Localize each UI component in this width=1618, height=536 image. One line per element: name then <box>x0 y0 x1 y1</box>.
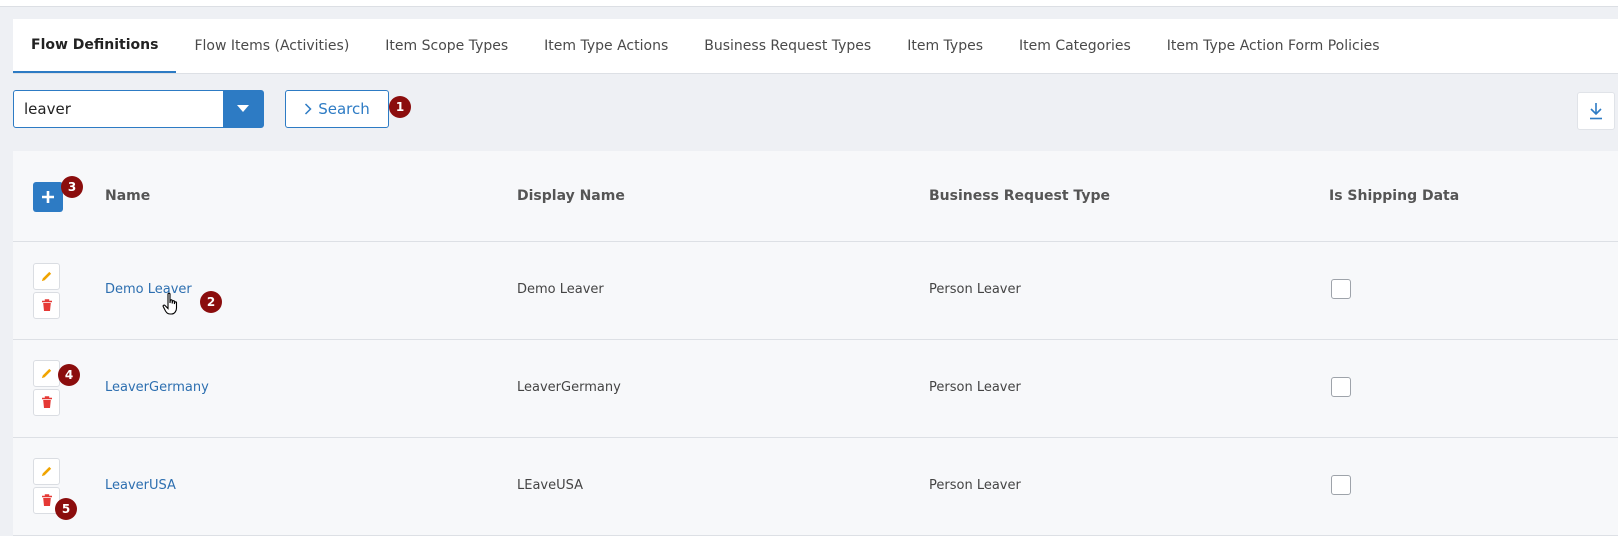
dropdown-button[interactable] <box>223 91 263 127</box>
is-shipping-data-checkbox[interactable] <box>1331 279 1351 299</box>
display-name-cell: Demo Leaver <box>517 282 604 297</box>
delete-button[interactable] <box>33 292 60 319</box>
chevron-right-icon <box>305 103 312 115</box>
search-button[interactable]: Search <box>285 90 389 128</box>
column-header-display-name[interactable]: Display Name <box>517 188 625 204</box>
top-strip <box>0 0 1618 7</box>
pencil-icon <box>41 271 52 282</box>
tab-item-type-action-form-policies[interactable]: Item Type Action Form Policies <box>1149 19 1398 73</box>
flow-definitions-table: Name Display Name Business Request Type … <box>13 151 1618 536</box>
step-marker-3: 3 <box>61 176 83 198</box>
step-marker-4: 4 <box>58 364 80 386</box>
tab-flow-definitions[interactable]: Flow Definitions <box>13 19 177 73</box>
pencil-icon <box>41 368 52 379</box>
tab-bar: Flow Definitions Flow Items (Activities)… <box>13 19 1618 74</box>
trash-icon <box>41 396 52 408</box>
table-header: Name Display Name Business Request Type … <box>13 151 1618 242</box>
plus-icon <box>42 191 54 203</box>
tab-flow-items[interactable]: Flow Items (Activities) <box>176 19 367 73</box>
tab-business-request-types[interactable]: Business Request Types <box>686 19 889 73</box>
tab-item-type-actions[interactable]: Item Type Actions <box>526 19 686 73</box>
caret-down-icon <box>237 105 249 112</box>
display-name-cell: LeaverGermany <box>517 380 621 395</box>
tab-item-categories[interactable]: Item Categories <box>1001 19 1149 73</box>
business-request-type-cell: Person Leaver <box>929 478 1021 493</box>
table-row: LeaverGermany LeaverGermany Person Leave… <box>13 340 1618 438</box>
trash-icon <box>41 299 52 311</box>
edit-button[interactable] <box>33 458 60 485</box>
column-header-name[interactable]: Name <box>105 188 150 204</box>
tab-item-scope-types[interactable]: Item Scope Types <box>367 19 526 73</box>
flow-name-link[interactable]: LeaverGermany <box>105 380 209 395</box>
edit-button[interactable] <box>33 360 60 387</box>
add-button[interactable] <box>33 182 63 212</box>
search-input[interactable] <box>14 91 223 127</box>
trash-icon <box>41 494 52 506</box>
display-name-cell: LEaveUSA <box>517 478 584 493</box>
step-marker-2: 2 <box>200 291 222 313</box>
business-request-type-cell: Person Leaver <box>929 380 1021 395</box>
flow-name-link[interactable]: LeaverUSA <box>105 478 176 493</box>
table-row: LeaverUSA LEaveUSA Person Leaver <box>13 438 1618 536</box>
pencil-icon <box>41 466 52 477</box>
edit-button[interactable] <box>33 263 60 290</box>
step-marker-5: 5 <box>55 498 77 520</box>
column-header-business-request-type[interactable]: Business Request Type <box>929 188 1110 204</box>
table-row: Demo Leaver Demo Leaver Person Leaver <box>13 242 1618 340</box>
is-shipping-data-checkbox[interactable] <box>1331 475 1351 495</box>
download-icon <box>1590 103 1602 120</box>
is-shipping-data-checkbox[interactable] <box>1331 377 1351 397</box>
column-header-is-shipping-data[interactable]: Is Shipping Data <box>1329 188 1459 204</box>
delete-button[interactable] <box>33 389 60 416</box>
step-marker-1: 1 <box>389 96 411 118</box>
download-button[interactable] <box>1577 92 1615 130</box>
search-button-label: Search <box>318 100 370 118</box>
search-combobox <box>13 90 264 128</box>
hand-cursor-icon <box>162 292 178 315</box>
tab-item-types[interactable]: Item Types <box>889 19 1001 73</box>
business-request-type-cell: Person Leaver <box>929 282 1021 297</box>
